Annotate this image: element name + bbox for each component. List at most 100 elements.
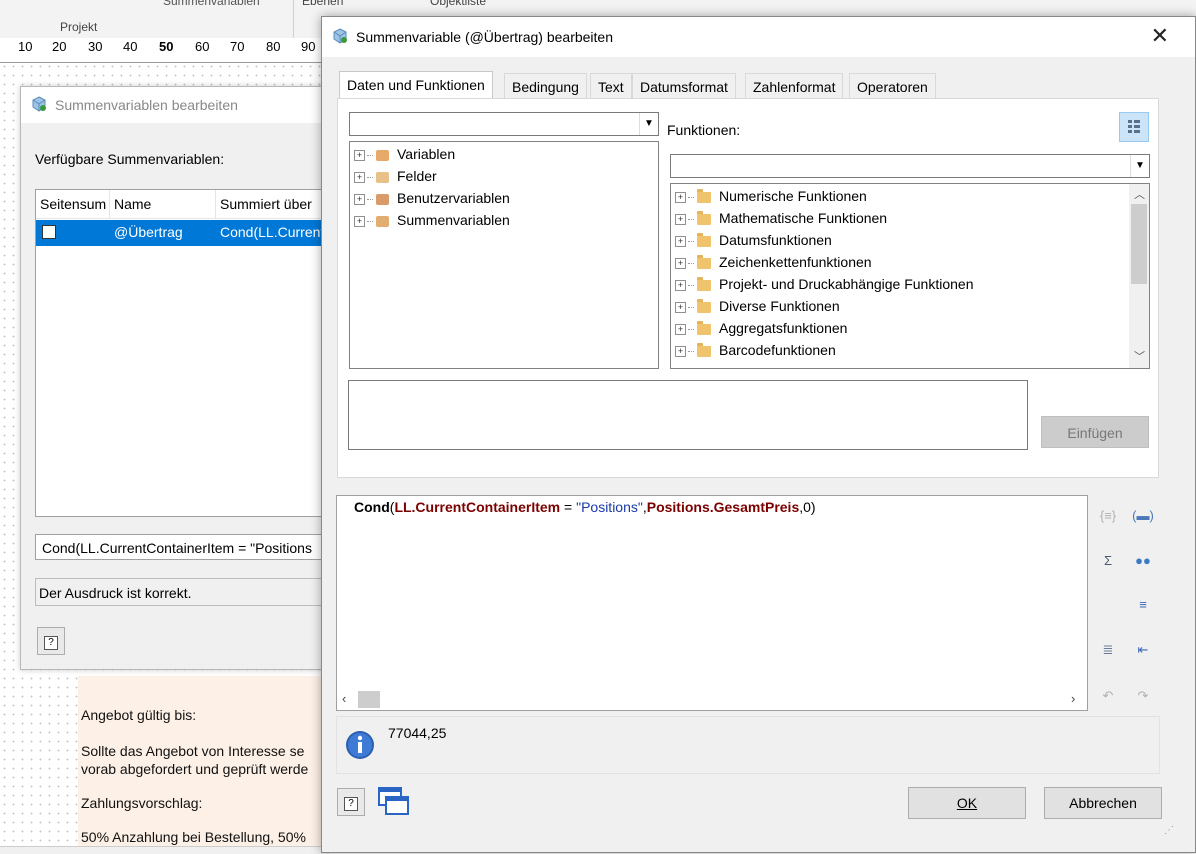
expr-tail: ,0) — [799, 499, 816, 515]
folder-icon — [697, 342, 711, 357]
expr-string: "Positions" — [576, 499, 643, 515]
functions-tree[interactable]: + Numerische Funktionen + Mathematische Fu… — [670, 183, 1150, 369]
chevron-up-icon[interactable]: ︿ — [1134, 186, 1145, 202]
expand-icon[interactable]: + — [354, 149, 365, 161]
tab-zahlenformat[interactable]: Zahlenformat — [745, 73, 844, 99]
chevron-left-icon[interactable]: ‹ — [342, 691, 346, 706]
indent-icon[interactable]: ≣ — [1097, 639, 1119, 661]
cancel-button[interactable]: Abbrechen — [1044, 787, 1162, 819]
expand-icon[interactable]: + — [675, 345, 686, 357]
tree-label: Barcodefunktionen — [719, 342, 836, 358]
functions-filter-dropdown[interactable]: ▼ — [670, 154, 1150, 178]
expand-icon[interactable]: + — [354, 171, 365, 183]
app-icon — [32, 96, 46, 112]
tree-item-function-category[interactable]: + Numerische Funktionen — [675, 185, 867, 207]
tree-label: Numerische Funktionen — [719, 188, 867, 204]
data-source-dropdown[interactable]: ▼ — [349, 112, 659, 136]
list-view-icon — [1128, 120, 1140, 133]
column-header-seitensum[interactable]: Seitensum — [36, 190, 110, 218]
expand-icon[interactable]: + — [675, 257, 686, 269]
expr-field: Positions.GesamtPreis — [646, 499, 800, 515]
ok-button[interactable]: OK — [908, 787, 1026, 819]
back-expression-field[interactable]: Cond(LL.CurrentContainerItem = "Position… — [35, 534, 335, 560]
expand-icon[interactable]: + — [354, 215, 365, 227]
tree-item-felder[interactable]: + Felder — [354, 165, 437, 187]
tree-item-function-category[interactable]: + Datumsfunktionen — [675, 229, 832, 251]
variables-tree[interactable]: + Variablen + Felder + Benutzervariablen + S… — [349, 141, 659, 369]
tree-item-function-category[interactable]: + Barcodefunktionen — [675, 339, 836, 361]
field-icon — [376, 171, 389, 183]
windows-icon[interactable] — [377, 786, 411, 818]
back-help-button[interactable]: ? — [37, 627, 65, 655]
chevron-right-icon[interactable]: › — [1071, 691, 1075, 706]
ruler-tick: 60 — [195, 39, 210, 54]
outdent-icon[interactable]: ⇤ — [1132, 639, 1154, 661]
field-insert-icon[interactable]: (▬) — [1132, 505, 1154, 527]
column-header-summiert[interactable]: Summiert über — [216, 190, 336, 218]
functions-label: Funktionen: — [667, 122, 741, 138]
tree-item-function-category[interactable]: + Projekt- und Druckabhängige Funktionen — [675, 273, 974, 295]
expr-function: Cond — [354, 499, 390, 515]
document-line: Sollte das Angebot von Interesse se — [81, 743, 305, 759]
ruler-tick: 90 — [301, 39, 316, 54]
users-icon[interactable]: ●● — [1132, 550, 1154, 572]
expr-field: LL.CurrentContainerItem — [394, 499, 561, 515]
scrollbar-thumb[interactable] — [358, 691, 380, 708]
expand-icon[interactable]: + — [675, 323, 686, 335]
row-name: @Übertrag — [114, 224, 183, 240]
tree-item-function-category[interactable]: + Mathematische Funktionen — [675, 207, 887, 229]
ribbon-objektliste-checkbox[interactable]: Objektliste — [430, 0, 486, 8]
available-label: Verfügbare Summenvariablen: — [35, 151, 225, 167]
expression-editor[interactable]: Cond(LL.CurrentContainerItem = "Position… — [336, 495, 1088, 711]
tab-datumsformat[interactable]: Datumsformat — [632, 73, 736, 99]
expand-icon[interactable]: + — [675, 235, 686, 247]
resize-grip-icon[interactable]: ⋰ — [1164, 825, 1174, 836]
user-variable-icon — [376, 193, 389, 205]
result-value: 77044,25 — [388, 725, 447, 741]
tab-text[interactable]: Text — [590, 73, 632, 99]
list-header: Seitensum Name Summiert über — [36, 190, 336, 219]
editor-hscrollbar[interactable]: ‹ › — [337, 689, 1087, 710]
expression-line: Cond(LL.CurrentContainerItem = "Position… — [354, 499, 816, 515]
bracket-icon[interactable]: {≡} — [1097, 505, 1119, 527]
tree-item-variablen[interactable]: + Variablen — [354, 143, 455, 165]
text-object[interactable]: Angebot gültig bis: Sollte das Angebot v… — [78, 676, 328, 853]
functions-scrollbar[interactable]: ︿ ﹀ — [1129, 184, 1149, 368]
sum-icon[interactable]: Σ — [1097, 550, 1119, 572]
tree-label: Zeichenkettenfunktionen — [719, 254, 872, 270]
ruler-tick: 10 — [18, 39, 33, 54]
seitensum-checkbox[interactable] — [42, 225, 56, 239]
redo-icon[interactable]: ↷ — [1132, 685, 1154, 707]
view-toggle-button[interactable] — [1119, 112, 1149, 142]
tab-bedingung[interactable]: Bedingung — [504, 73, 587, 99]
expand-icon[interactable]: + — [675, 279, 686, 291]
expand-icon[interactable]: + — [675, 191, 686, 203]
chevron-down-icon[interactable]: ﹀ — [1134, 348, 1145, 364]
summenvariablen-list[interactable]: Seitensum Name Summiert über @Übertrag C… — [35, 189, 337, 517]
tree-label: Felder — [397, 168, 437, 184]
folder-icon — [697, 298, 711, 313]
insert-button[interactable]: Einfügen — [1041, 416, 1149, 448]
table-row[interactable]: @Übertrag Cond(LL.Current — [36, 220, 336, 246]
tree-label: Projekt- und Druckabhängige Funktionen — [719, 276, 974, 292]
ribbon-summenvariablen-button[interactable]: Summenvariablen — [163, 0, 260, 8]
tree-item-benutzervariablen[interactable]: + Benutzervariablen — [354, 187, 510, 209]
tab-daten-und-funktionen[interactable]: Daten und Funktionen — [339, 71, 493, 101]
column-header-name[interactable]: Name — [110, 190, 216, 218]
expand-icon[interactable]: + — [675, 301, 686, 313]
help-button[interactable]: ? — [337, 788, 365, 816]
tree-item-function-category[interactable]: + Zeichenkettenfunktionen — [675, 251, 872, 273]
tab-operatoren[interactable]: Operatoren — [849, 73, 936, 99]
expand-icon[interactable]: + — [354, 193, 365, 205]
undo-icon[interactable]: ↶ — [1097, 685, 1119, 707]
scrollbar-thumb[interactable] — [1131, 204, 1147, 284]
tree-item-summenvariablen[interactable]: + Summenvariablen — [354, 209, 510, 231]
tree-item-function-category[interactable]: + Diverse Funktionen — [675, 295, 840, 317]
expand-icon[interactable]: + — [675, 213, 686, 225]
wrap-icon[interactable]: ≡ — [1132, 594, 1154, 616]
ribbon-group-label: Projekt — [60, 20, 98, 34]
close-icon[interactable]: ✕ — [1151, 23, 1169, 49]
sum-variable-icon — [376, 215, 389, 227]
ribbon-ebenen-checkbox[interactable]: Ebenen — [302, 0, 343, 8]
tree-item-function-category[interactable]: + Aggregatsfunktionen — [675, 317, 847, 339]
